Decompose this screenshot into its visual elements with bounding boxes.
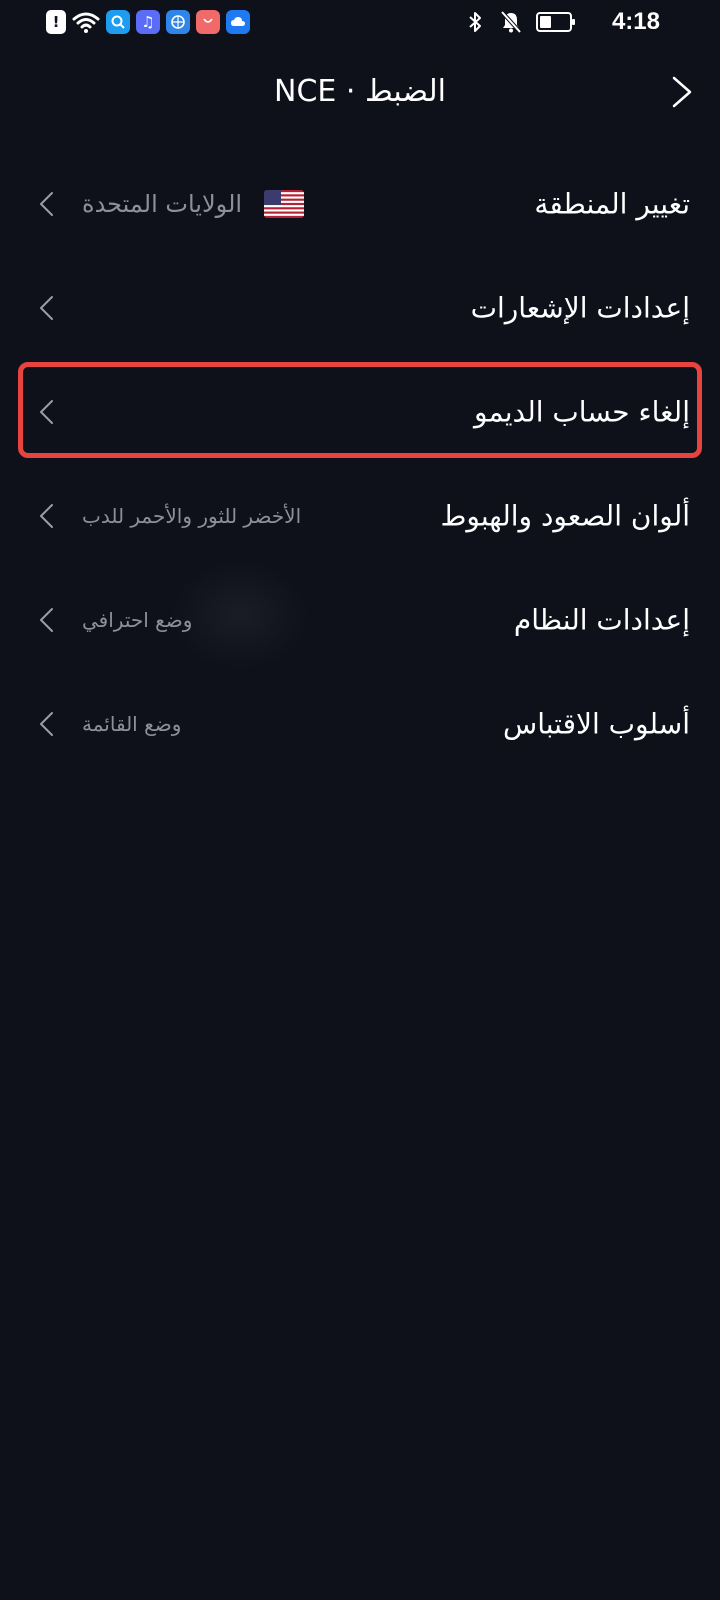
setting-value: وضع احترافي [82, 608, 193, 632]
alert-icon: ! [46, 10, 66, 34]
setting-value: الولايات المتحدة [82, 190, 243, 218]
battery-level [540, 16, 552, 28]
music-app-icon: ♫ [136, 10, 160, 34]
setting-label: تغيير المنطقة [534, 187, 690, 221]
chevron-left-icon [40, 712, 53, 736]
settings-list: تغيير المنطقة الولايات المتحدة إعدادات ا… [0, 152, 720, 776]
page-title: الضبط · NCE [274, 74, 446, 109]
setting-notifications[interactable]: إعدادات الإشعارات [0, 256, 720, 360]
setting-label: إعدادات النظام [513, 603, 690, 637]
status-bar: ! ♫ 4:18 [0, 0, 720, 48]
setting-cancel-demo-account[interactable]: إلغاء حساب الديمو [0, 360, 720, 464]
back-button[interactable] [662, 74, 698, 110]
setting-system[interactable]: إعدادات النظام وضع احترافي [0, 568, 720, 672]
us-flag-icon [264, 190, 304, 218]
bluetooth-icon [464, 9, 486, 35]
cloud-app-icon [226, 10, 250, 34]
chevron-left-icon [40, 192, 53, 216]
setting-quote-style[interactable]: أسلوب الاقتباس وضع القائمة [0, 672, 720, 776]
browser-app-icon [166, 10, 190, 34]
header: الضبط · NCE [0, 60, 720, 124]
chevron-left-icon [40, 504, 53, 528]
chevron-left-icon [40, 608, 53, 632]
status-bar-notifications: ! ♫ [46, 10, 250, 34]
wifi-icon [72, 10, 100, 34]
bell-muted-icon [500, 9, 522, 35]
setting-label: ألوان الصعود والهبوط [440, 499, 691, 533]
chevron-left-icon [40, 400, 53, 424]
setting-label: أسلوب الاقتباس [503, 707, 690, 741]
shop-app-icon [196, 10, 220, 34]
setting-value: الأخضر للثور والأحمر للدب [82, 504, 302, 528]
setting-label: إعدادات الإشعارات [470, 291, 690, 325]
setting-rise-fall-colors[interactable]: ألوان الصعود والهبوط الأخضر للثور والأحم… [0, 464, 720, 568]
chevron-right-icon [672, 76, 692, 108]
status-time: 4:18 [611, 8, 660, 35]
setting-change-region[interactable]: تغيير المنطقة الولايات المتحدة [0, 152, 720, 256]
setting-value: وضع القائمة [82, 712, 182, 736]
battery-icon [536, 12, 575, 32]
setting-label: إلغاء حساب الديمو [474, 395, 690, 429]
chevron-left-icon [40, 296, 53, 320]
settings-screen: ! ♫ 4:18 الضبط · NCE تغيير المنطقة الولا… [0, 0, 720, 1600]
search-app-icon [106, 10, 130, 34]
